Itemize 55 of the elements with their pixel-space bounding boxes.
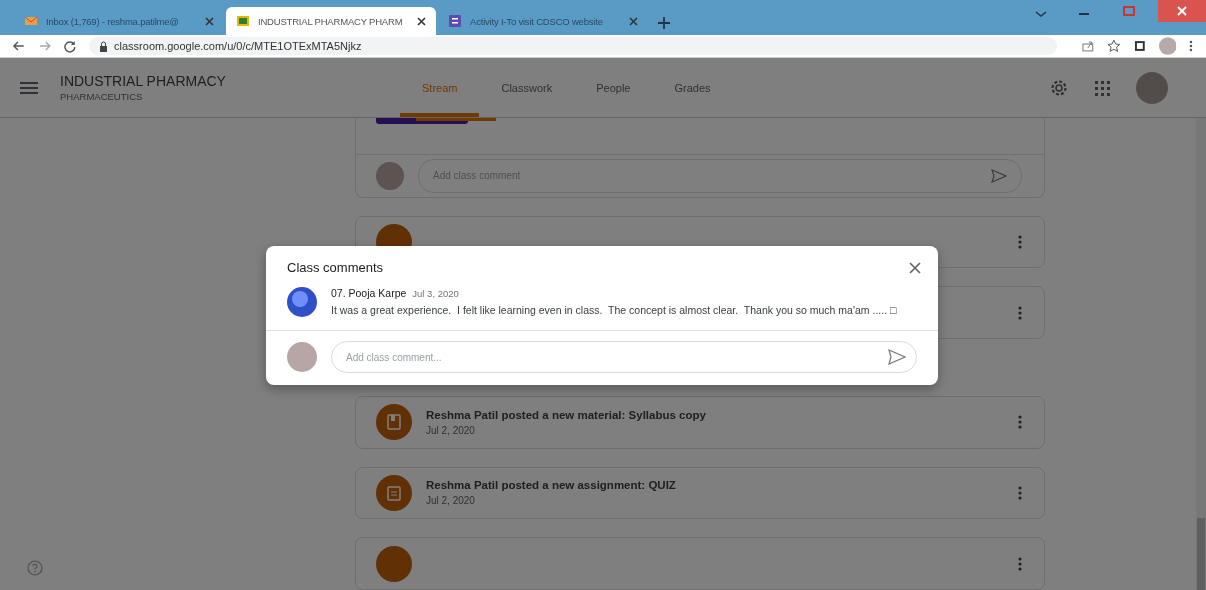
post-date: Jul 2, 2020 [426, 495, 476, 507]
side-panel-icon[interactable] [1132, 39, 1147, 53]
new-tab-icon[interactable] [658, 17, 670, 29]
close-icon[interactable] [1158, 0, 1206, 22]
more-options-icon[interactable] [1018, 485, 1022, 500]
user-avatar [287, 342, 317, 373]
post-card[interactable] [355, 537, 1045, 590]
nav-tab[interactable]: People [574, 62, 653, 117]
scrollbar[interactable] [1196, 118, 1206, 590]
post-date: Jul 2, 2020 [426, 424, 476, 436]
class-name[interactable]: INDUSTRIAL PHARMACY [60, 73, 400, 89]
more-options-icon[interactable] [1018, 305, 1022, 320]
star-icon[interactable] [1107, 39, 1121, 53]
nav-tab[interactable]: Grades [652, 62, 733, 117]
settings-icon[interactable] [1050, 78, 1068, 97]
account-avatar[interactable] [1136, 71, 1168, 104]
post-card[interactable]: Reshma Patil posted a new material: Syllabus copy Jul 2, 2020 [355, 395, 1045, 449]
post-title: Reshma Patil posted a new material: Syllabus copy [426, 408, 707, 421]
browser-tab[interactable]: INDUSTRIAL PHARMACY PHARM [226, 7, 436, 35]
browser-tab[interactable]: Activity I-To visit CDSCO website [438, 7, 648, 35]
send-icon[interactable] [991, 168, 1007, 183]
user-avatar [376, 161, 404, 190]
close-icon[interactable] [908, 260, 922, 275]
reload-icon[interactable] [63, 39, 78, 53]
back-icon[interactable] [12, 39, 26, 53]
dialog-title: Class comments [287, 260, 384, 275]
mail-icon [24, 14, 38, 28]
post-title: Reshma Patil posted a new assignment: QUIZ [426, 479, 677, 492]
profile-avatar[interactable] [1158, 37, 1177, 55]
form-icon [448, 14, 462, 28]
more-icon[interactable] [1188, 39, 1194, 53]
post-type-icon [376, 545, 412, 582]
apps-grid-icon[interactable] [1094, 79, 1110, 96]
more-options-icon[interactable] [1018, 234, 1022, 249]
more-options-icon[interactable] [1018, 556, 1022, 571]
share-icon[interactable] [1081, 39, 1096, 53]
address-bar[interactable]: classroom.google.com/u/0/c/MTE1OTExMTA5Njkz [89, 37, 1058, 55]
menu-icon[interactable] [20, 80, 38, 95]
material-icon [386, 414, 402, 431]
send-icon[interactable] [888, 349, 906, 366]
close-tab-icon[interactable] [417, 16, 426, 26]
forward-icon[interactable] [37, 39, 52, 53]
url-text: classroom.google.com/u/0/c/MTE1OTExMTA5Njkz [114, 40, 362, 52]
nav-tab[interactable]: Classwork [479, 62, 575, 117]
comment-date: Jul 3, 2020 [412, 288, 459, 299]
classroom-icon [236, 14, 250, 28]
lock-icon [99, 40, 109, 52]
assignment-icon [386, 484, 402, 501]
comment-author: 07. Pooja Karpe [331, 287, 407, 299]
comment-text: It was a great experience. I felt like learning even in class. The concept is almost clear. Thank you so much ma'am ..... □ [331, 303, 897, 318]
commenter-avatar [287, 287, 317, 317]
more-options-icon[interactable] [1018, 415, 1022, 430]
browser-tab[interactable]: Inbox (1,769) - reshma.patilme@ [14, 7, 224, 35]
post-card[interactable]: Reshma Patil posted a new assignment: QUIZ Jul 2, 2020 [355, 466, 1045, 520]
class-section: PHARMACEUTICS [60, 91, 400, 102]
